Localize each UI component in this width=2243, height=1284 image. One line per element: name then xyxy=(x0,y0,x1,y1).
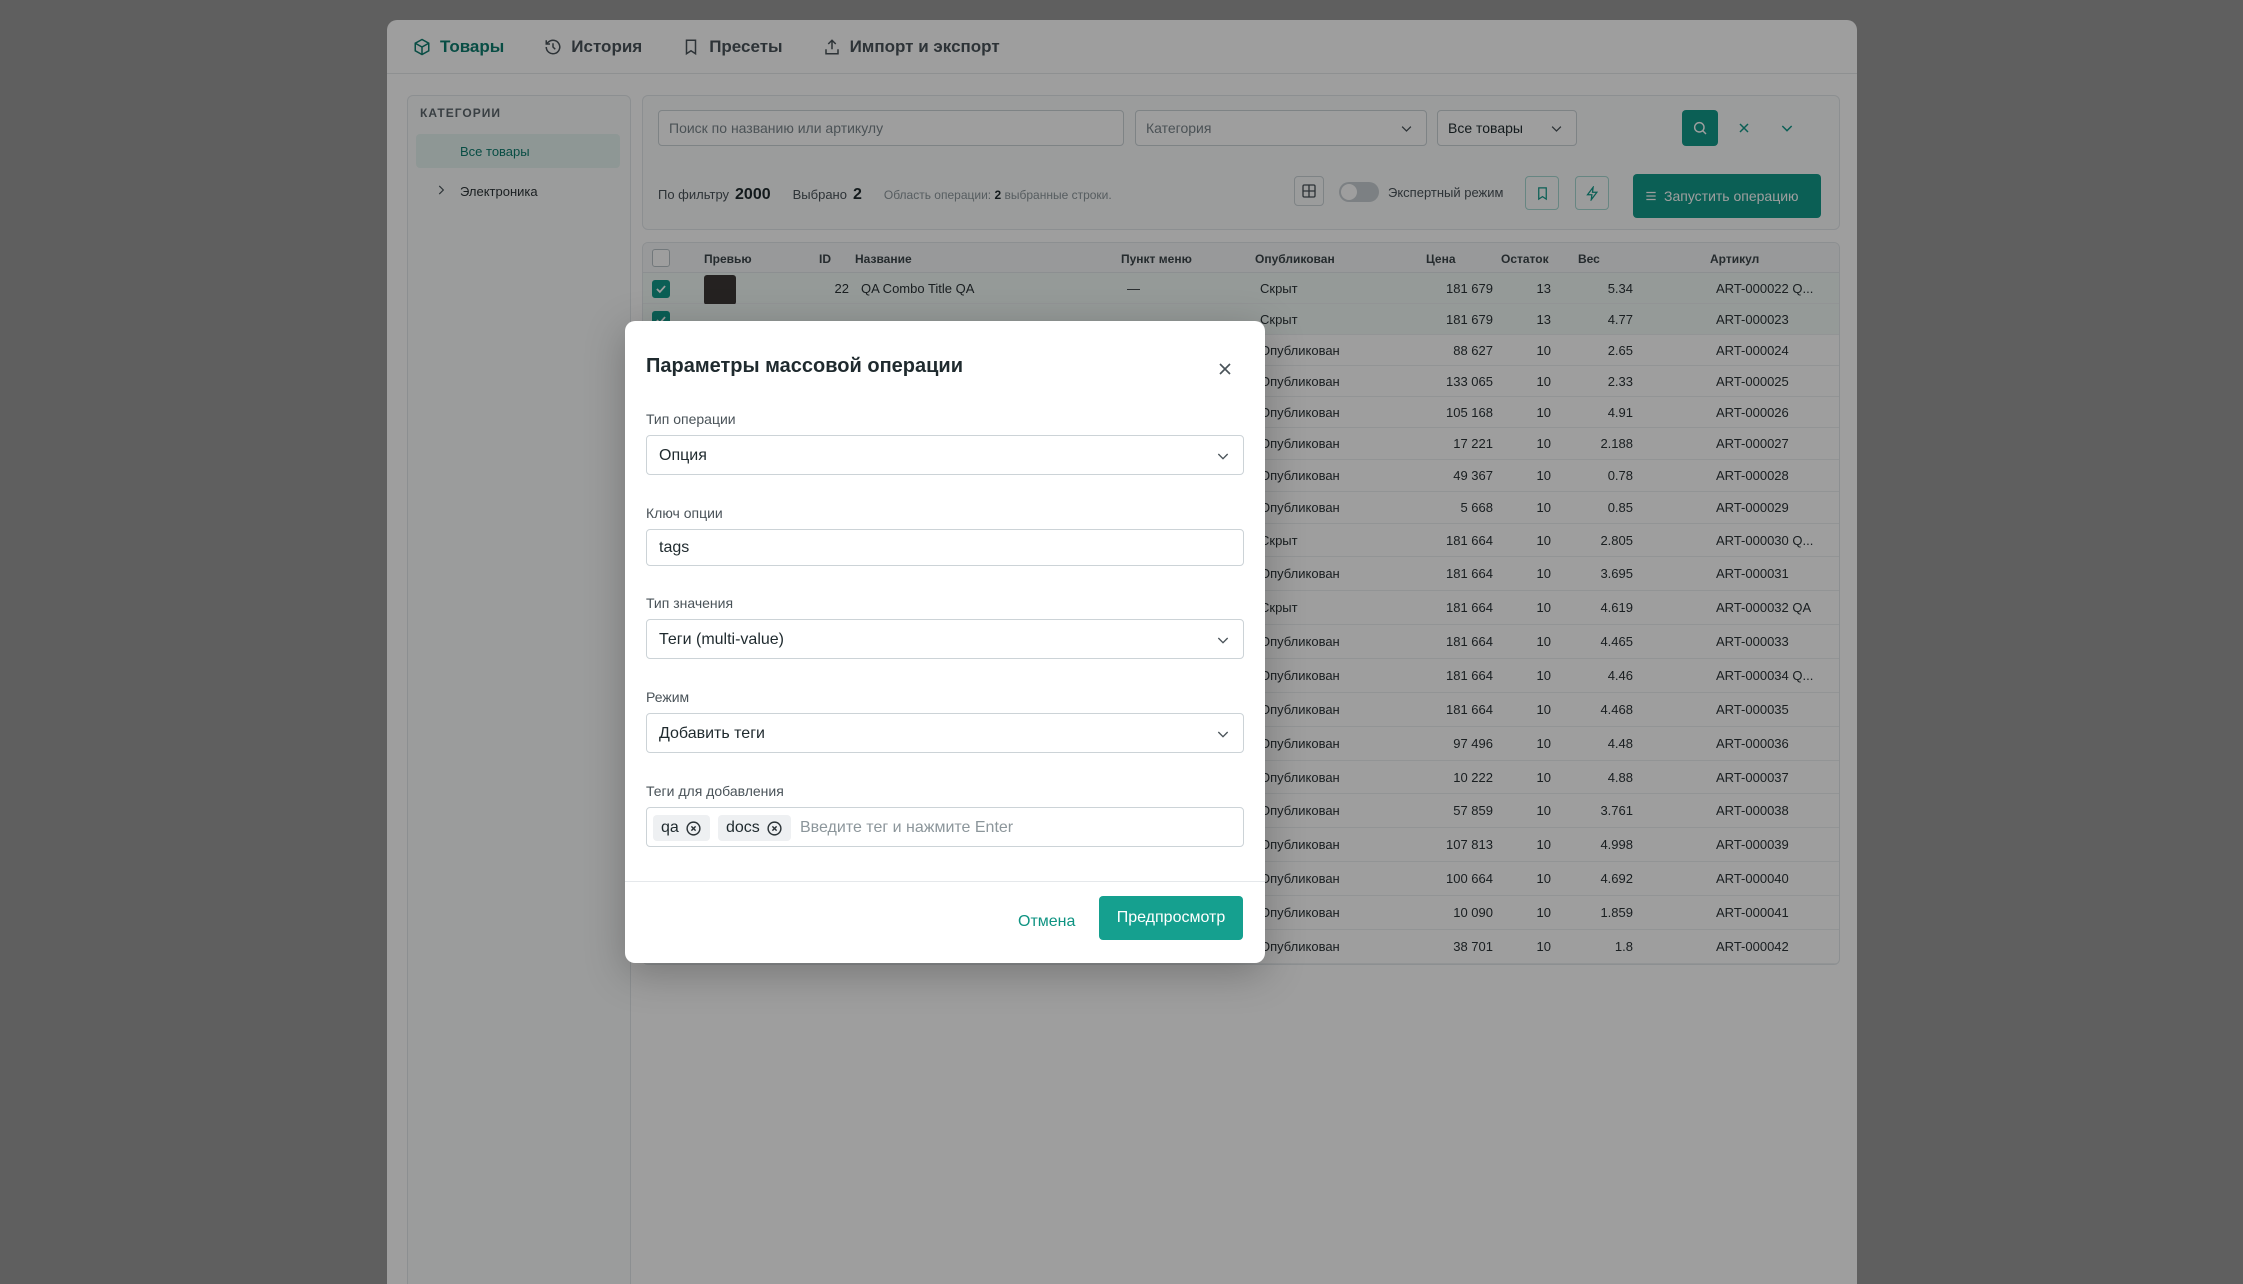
value-type-select[interactable]: Теги (multi-value) xyxy=(646,619,1244,659)
op-type-value: Опция xyxy=(659,447,707,464)
value-type-value: Теги (multi-value) xyxy=(659,631,785,648)
tag-chip: docs xyxy=(718,815,791,841)
tags-input[interactable]: qa docs Введите тег и нажмите Enter xyxy=(646,807,1244,847)
chevron-down-icon xyxy=(1217,453,1229,460)
remove-tag-icon[interactable] xyxy=(685,820,702,837)
op-type-select[interactable]: Опция xyxy=(646,435,1244,475)
bulk-operation-modal: Параметры массовой операции Тип операции… xyxy=(625,321,1265,963)
remove-tag-icon[interactable] xyxy=(766,820,783,837)
op-type-label: Тип операции xyxy=(646,411,736,427)
tags-placeholder: Введите тег и нажмите Enter xyxy=(800,819,1014,836)
tags-label: Теги для добавления xyxy=(646,783,784,799)
value-type-label: Тип значения xyxy=(646,595,734,611)
modal-divider xyxy=(625,881,1265,882)
chevron-down-icon xyxy=(1217,731,1229,738)
preview-button[interactable]: Предпросмотр xyxy=(1099,896,1243,940)
cancel-button[interactable]: Отмена xyxy=(1014,907,1079,937)
tag-chip-label: docs xyxy=(726,819,760,836)
tag-chip: qa xyxy=(653,815,710,841)
modal-title: Параметры массовой операции xyxy=(646,355,964,377)
mode-select[interactable]: Добавить теги xyxy=(646,713,1244,753)
tag-chip-label: qa xyxy=(661,819,679,836)
mode-value: Добавить теги xyxy=(659,725,765,742)
option-key-label: Ключ опции xyxy=(646,505,723,521)
chevron-down-icon xyxy=(1217,637,1229,644)
close-icon[interactable] xyxy=(1215,359,1235,379)
mode-label: Режим xyxy=(646,689,690,705)
option-key-input[interactable]: tags xyxy=(646,529,1244,566)
